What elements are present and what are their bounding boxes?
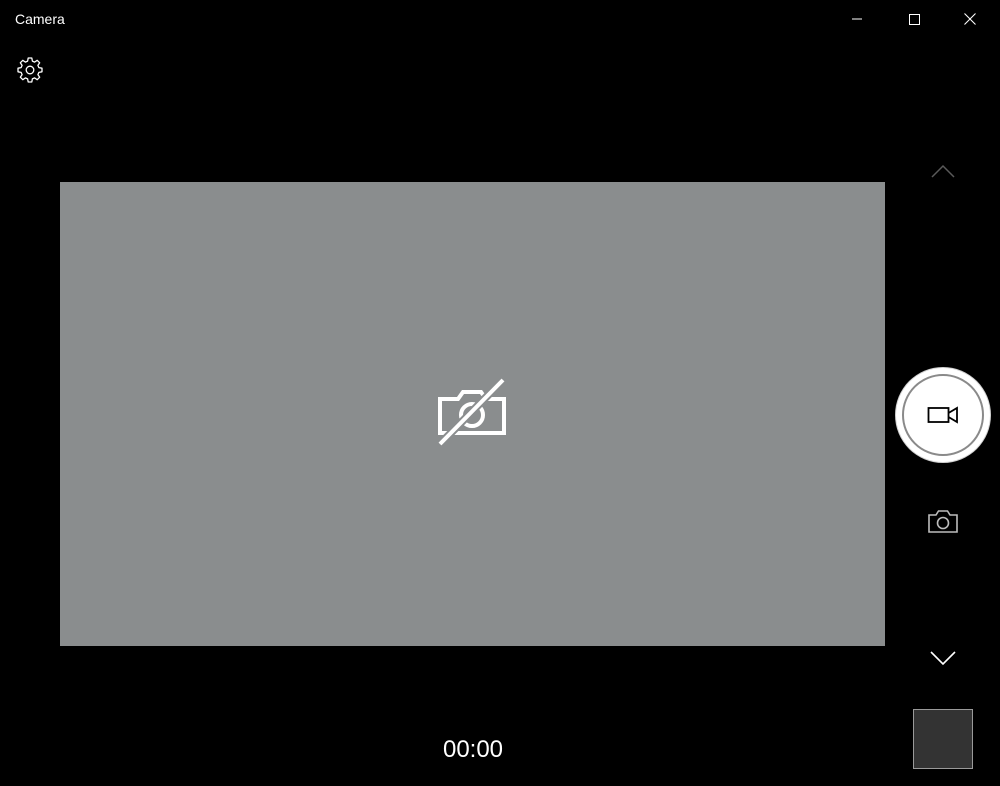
take-video-button[interactable] [896, 368, 990, 462]
camera-off-icon [437, 378, 506, 447]
video-camera-icon [927, 406, 958, 424]
close-button[interactable] [942, 0, 998, 38]
title-bar: Camera [0, 0, 1000, 38]
gear-icon [17, 57, 43, 83]
chevron-down-icon [930, 650, 956, 665]
maximize-button[interactable] [886, 0, 942, 38]
camera-icon [928, 510, 958, 533]
app-title: Camera [15, 11, 65, 27]
capture-ring [902, 374, 984, 456]
minimize-icon [852, 18, 862, 20]
minimize-button[interactable] [829, 0, 885, 38]
camera-window: Camera 00:00 [0, 0, 1000, 786]
mode-up-button[interactable] [923, 155, 963, 187]
chevron-up-icon [931, 164, 955, 178]
mode-down-button[interactable] [923, 642, 963, 674]
camera-viewfinder [60, 182, 885, 646]
settings-button[interactable] [14, 54, 46, 86]
close-icon [964, 13, 976, 25]
recording-timer: 00:00 [442, 736, 504, 763]
photo-mode-button[interactable] [920, 500, 966, 542]
last-capture-thumbnail[interactable] [913, 709, 973, 769]
maximize-icon [909, 14, 920, 25]
